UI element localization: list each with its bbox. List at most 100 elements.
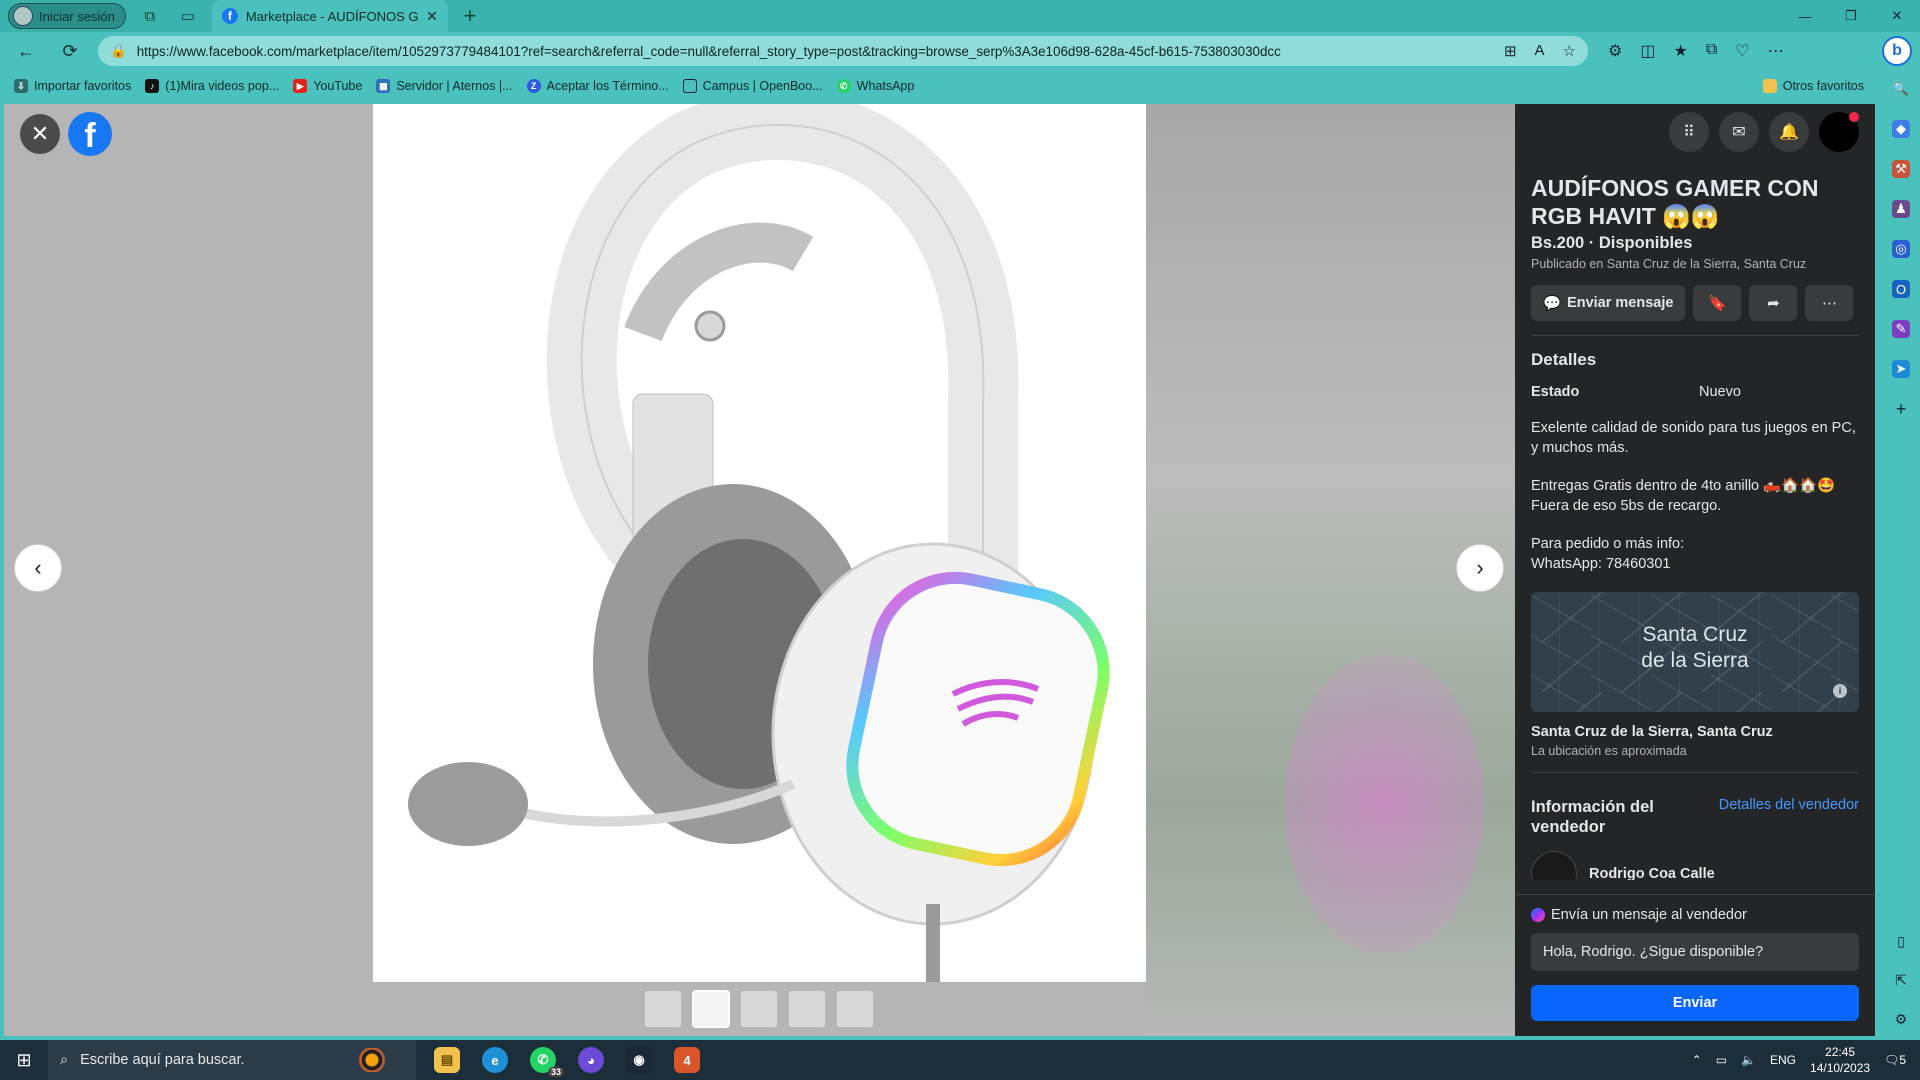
settings-icon[interactable]: ⚙ xyxy=(1895,1011,1908,1028)
favorite-item[interactable]: ⇩ Importar favoritos xyxy=(14,79,131,93)
z-icon: Z xyxy=(526,79,541,93)
clock[interactable]: 22:45 14/10/2023 xyxy=(1810,1044,1870,1076)
send-message-button[interactable]: 💬 Enviar mensaje xyxy=(1531,285,1686,321)
save-bookmark-button[interactable]: 🔖 xyxy=(1693,285,1742,321)
copilot-icon[interactable]: b xyxy=(1882,36,1912,66)
favorite-item[interactable]: ▦ Servidor | Aternos |... xyxy=(376,79,513,93)
favorite-item[interactable]: Campus | OpenBoo... xyxy=(682,79,823,93)
messenger-icon: 💬 xyxy=(1543,295,1562,312)
close-tab-icon[interactable]: ✕ xyxy=(426,8,438,25)
thumbnail-active[interactable] xyxy=(692,990,730,1028)
app-icon[interactable]: ◕ xyxy=(578,1047,604,1073)
send-icon[interactable]: ➤ xyxy=(1892,360,1910,378)
shopping-tag-icon[interactable]: ◆ xyxy=(1892,120,1910,138)
thumbnail[interactable] xyxy=(836,990,874,1028)
favorite-star-icon[interactable]: ☆ xyxy=(1563,42,1576,60)
account-avatar[interactable] xyxy=(1819,112,1859,152)
search-icon[interactable]: 🔍 xyxy=(1892,80,1910,98)
next-photo-button[interactable]: › xyxy=(1456,544,1504,592)
thumbnail[interactable] xyxy=(788,990,826,1028)
product-photo xyxy=(373,104,1146,982)
search-icon: ⌕ xyxy=(60,1052,69,1068)
facebook-logo-icon[interactable]: f xyxy=(68,112,112,156)
favorites-icon[interactable]: ★ xyxy=(1673,41,1687,61)
facebook-top-nav: ⠿ ✉ 🔔 xyxy=(1515,104,1875,160)
more-options-button[interactable]: ⋯ xyxy=(1805,285,1854,321)
microsoft-365-icon[interactable]: ◎ xyxy=(1892,240,1910,258)
windows-start-icon[interactable]: ⊞ xyxy=(0,1040,48,1080)
back-icon[interactable]: ← xyxy=(8,36,44,66)
favorite-item[interactable]: ▶ YouTube xyxy=(293,79,362,93)
app-available-icon[interactable]: ⊞ xyxy=(1504,42,1517,60)
taskbar-search[interactable]: ⌕ Escribe aquí para buscar. xyxy=(48,1040,416,1080)
read-aloud-icon[interactable]: A xyxy=(1535,42,1545,60)
favorite-item[interactable]: ✆ WhatsApp xyxy=(836,79,914,93)
collections-icon[interactable]: ⧉ xyxy=(1706,41,1717,61)
favorite-item[interactable]: Z Aceptar los Término... xyxy=(526,79,669,93)
previous-photo-button[interactable]: ‹ xyxy=(14,544,62,592)
menu-grid-icon[interactable]: ⠿ xyxy=(1669,112,1709,152)
location-map[interactable]: Santa Cruz de la Sierra i xyxy=(1531,592,1859,712)
language-indicator[interactable]: ENG xyxy=(1770,1053,1796,1067)
seller-heading: Información del vendedor xyxy=(1531,798,1654,836)
thumbnail[interactable] xyxy=(740,990,778,1028)
profile-button[interactable]: Iniciar sesión xyxy=(8,3,126,29)
messenger-icon[interactable]: ✉ xyxy=(1719,112,1759,152)
notifications-icon[interactable]: 🗨5 xyxy=(1884,1053,1906,1067)
tab-bar: Iniciar sesión ⧉ ▭ f Marketplace - AUDÍF… xyxy=(0,0,1920,32)
split-screen-icon[interactable]: ◫ xyxy=(1640,41,1655,61)
favorite-item[interactable]: ♪ (1)Mira videos pop... xyxy=(145,79,279,93)
steam-icon[interactable]: ◉ xyxy=(626,1047,652,1073)
details-heading: Detalles xyxy=(1531,350,1597,369)
workspaces-icon[interactable]: ⧉ xyxy=(136,3,164,29)
edge-sidebar: 🔍 ◆ ⚒ ♟ ◎ O ✎ ➤ + ▯ ⇱ ⚙ xyxy=(1882,70,1920,1036)
listing-published-location: Publicado en Santa Cruz de la Sierra, Sa… xyxy=(1531,257,1807,271)
browser-essentials-icon[interactable]: ♡ xyxy=(1735,41,1749,61)
url-text[interactable]: https://www.facebook.com/marketplace/ite… xyxy=(137,44,1494,59)
network-icon[interactable]: ▭ xyxy=(1716,1053,1727,1067)
message-input[interactable]: Hola, Rodrigo. ¿Sigue disponible? xyxy=(1531,933,1859,971)
seller-row[interactable]: Rodrigo Coa Calle xyxy=(1531,851,1859,880)
clock-time: 22:45 xyxy=(1825,1045,1856,1059)
taskbar: ⊞ ⌕ Escribe aquí para buscar. ▤ e ✆ 33 ◕ … xyxy=(0,1040,1920,1080)
map-info-icon[interactable]: i xyxy=(1833,684,1847,698)
other-favorites[interactable]: Otros favoritos xyxy=(1762,79,1864,93)
games-icon[interactable]: ♟ xyxy=(1892,200,1910,218)
folder-icon xyxy=(1762,79,1777,93)
pinned-apps: ▤ e ✆ 33 ◕ ◉ 4 xyxy=(434,1047,700,1077)
refresh-icon[interactable]: ⟳ xyxy=(52,36,88,66)
restore-icon[interactable]: ❐ xyxy=(1828,0,1874,32)
seller-avatar[interactable] xyxy=(1531,851,1577,880)
file-explorer-icon[interactable]: ▤ xyxy=(434,1047,460,1073)
external-link-icon[interactable]: ⇱ xyxy=(1895,972,1907,989)
close-viewer-button[interactable]: ✕ xyxy=(20,114,60,154)
search-highlight-icon xyxy=(342,1048,402,1072)
new-tab-button[interactable]: + xyxy=(456,3,484,29)
sidebar-panel-icon[interactable]: ▯ xyxy=(1897,933,1905,950)
seller-details-link[interactable]: Detalles del vendedor xyxy=(1719,797,1859,837)
tab-marketplace[interactable]: f Marketplace - AUDÍFONOS GAM ✕ xyxy=(211,0,448,32)
notifications-bell-icon[interactable]: 🔔 xyxy=(1769,112,1809,152)
minimize-icon[interactable]: — xyxy=(1782,0,1828,32)
facebook-favicon-icon: f xyxy=(221,8,238,24)
app-4-icon[interactable]: 4 xyxy=(674,1047,700,1073)
share-button[interactable]: ➦ xyxy=(1749,285,1798,321)
seller-name[interactable]: Rodrigo Coa Calle xyxy=(1589,866,1715,880)
send-button[interactable]: Enviar xyxy=(1531,985,1859,1021)
add-icon[interactable]: + xyxy=(1892,399,1910,419)
chevron-up-icon[interactable]: ⌃ xyxy=(1692,1053,1702,1067)
close-window-icon[interactable]: ✕ xyxy=(1874,0,1920,32)
edge-icon[interactable]: e xyxy=(482,1047,508,1073)
more-menu-icon[interactable]: ⋯ xyxy=(1768,41,1784,61)
whatsapp-badge: 33 xyxy=(547,1067,564,1077)
tab-actions-icon[interactable]: ▭ xyxy=(174,3,202,29)
outlook-icon[interactable]: O xyxy=(1892,280,1910,298)
lock-icon[interactable]: 🔒 xyxy=(110,43,127,59)
thumbnail[interactable] xyxy=(644,990,682,1028)
address-bar[interactable]: 🔒 https://www.facebook.com/marketplace/i… xyxy=(98,36,1588,66)
designer-icon[interactable]: ✎ xyxy=(1892,320,1910,338)
volume-icon[interactable]: 🔈 xyxy=(1741,1053,1756,1067)
extensions-icon[interactable]: ⚙ xyxy=(1608,41,1622,61)
tools-icon[interactable]: ⚒ xyxy=(1892,160,1910,178)
whatsapp-icon[interactable]: ✆ 33 xyxy=(530,1047,564,1077)
